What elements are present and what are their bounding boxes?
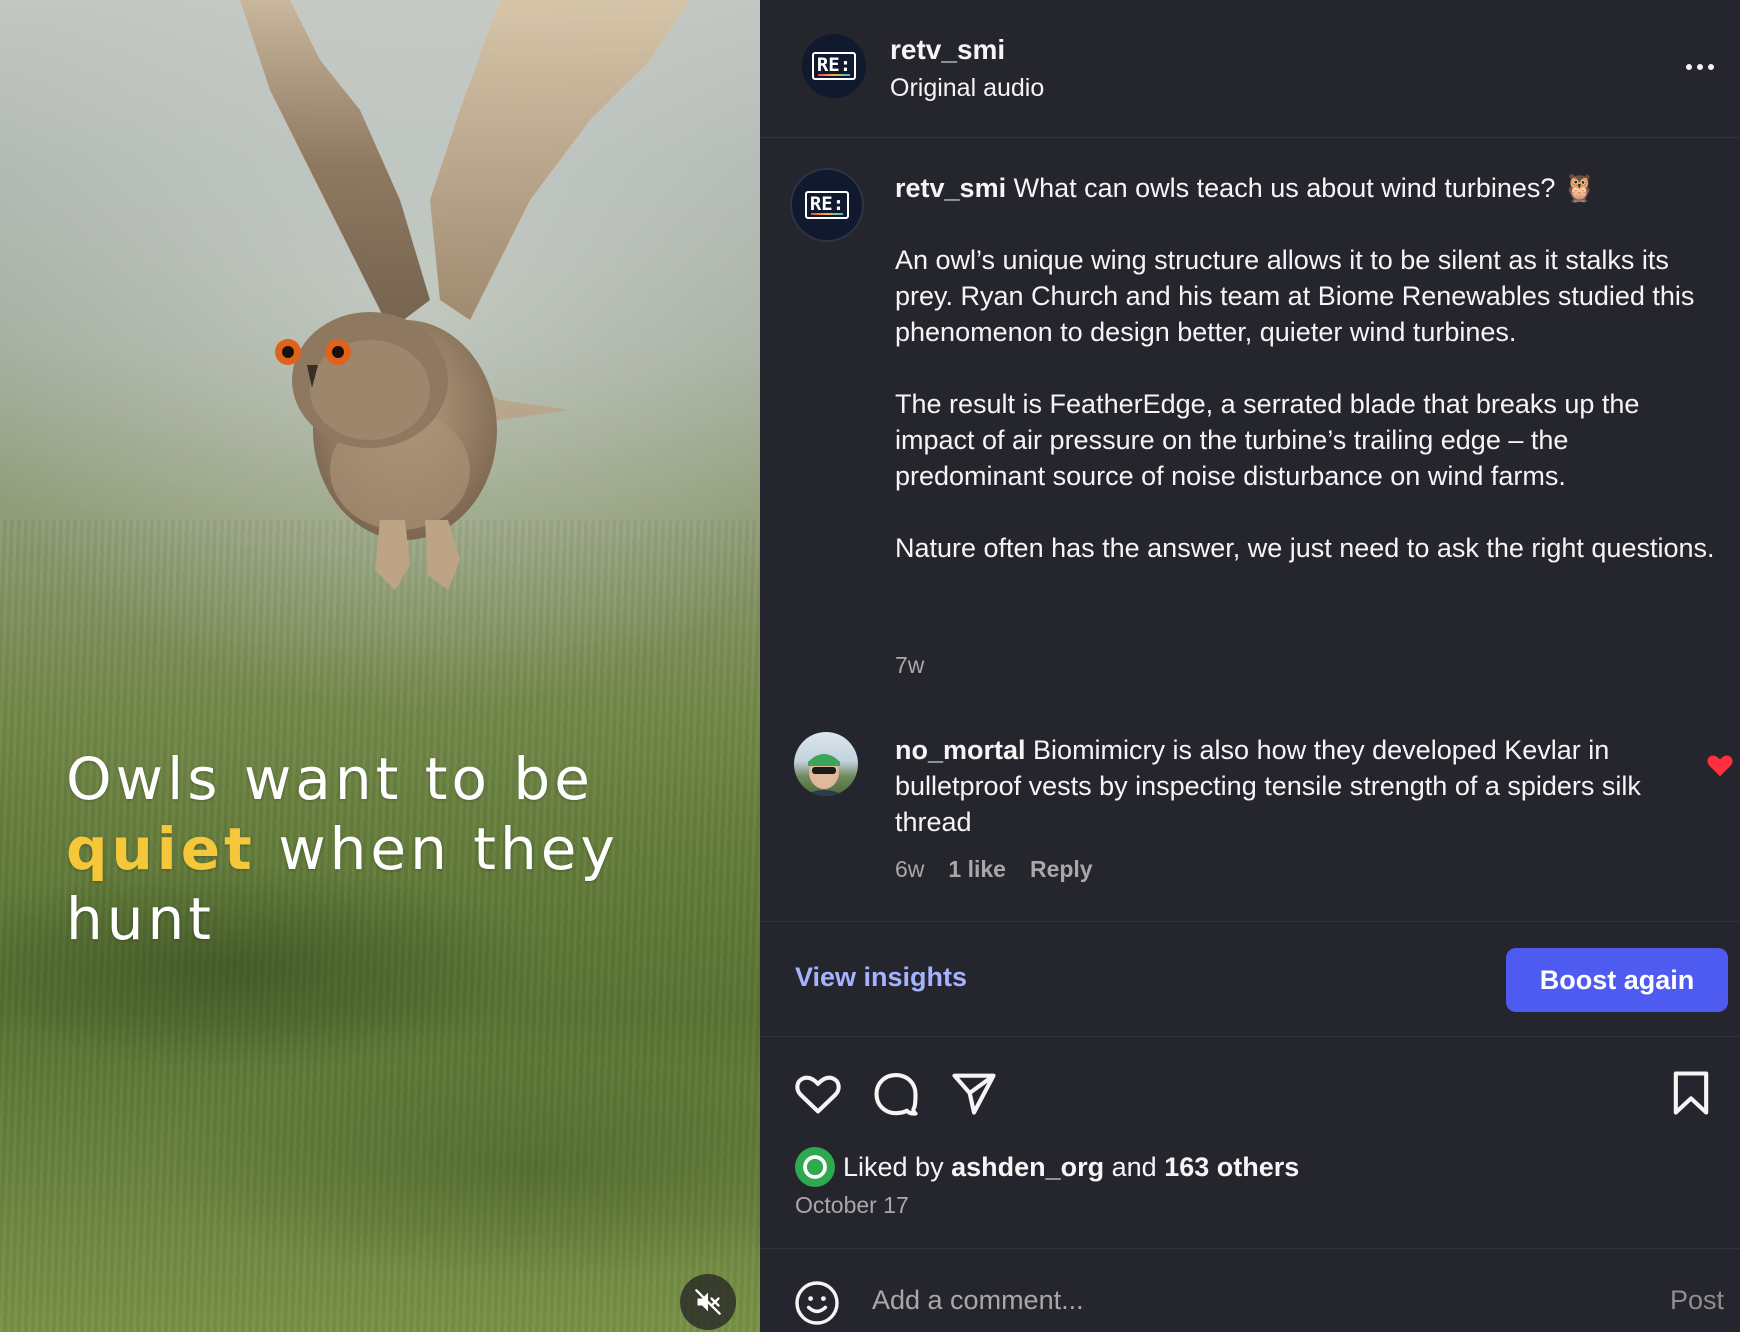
audio-label[interactable]: Original audio <box>890 74 1044 103</box>
comments-scroll-area[interactable]: RE: retv_smi What can owls teach us abou… <box>760 138 1740 920</box>
caption-paragraph-2: An owl’s unique wing structure allows it… <box>895 245 1695 347</box>
post-comment-button[interactable]: Post <box>1670 1285 1724 1316</box>
caption-paragraph-3: The result is FeatherEdge, a serrated bl… <box>895 389 1640 491</box>
reel-video[interactable]: Owls want to be quiet when they hunt <box>0 0 760 1332</box>
ashden-logo-icon <box>803 1155 827 1179</box>
overlay-line-3: hunt <box>66 885 216 953</box>
commenter-avatar[interactable] <box>794 732 858 796</box>
insights-bar: View insights Boost again <box>760 921 1740 1037</box>
post-details-panel: RE: retv_smi Original audio RE: retv_smi… <box>760 0 1740 1332</box>
comment-username[interactable]: no_mortal <box>895 735 1026 765</box>
more-horizontal-icon <box>1686 64 1692 70</box>
post-caption: retv_smi What can owls teach us about wi… <box>895 170 1715 566</box>
caption-avatar[interactable]: RE: <box>790 168 864 242</box>
bookmark-icon[interactable] <box>1665 1067 1717 1119</box>
overlay-highlight-word: quiet <box>66 815 256 883</box>
caption-timestamp[interactable]: 7w <box>895 652 924 679</box>
comment-like-heart-icon[interactable] <box>1705 750 1735 780</box>
overlay-line-2: quiet when they <box>66 814 666 884</box>
re-logo: RE: <box>811 52 857 80</box>
post-header: RE: retv_smi Original audio <box>760 0 1740 138</box>
view-insights-link[interactable]: View insights <box>795 962 967 993</box>
comment-input[interactable] <box>872 1275 1572 1325</box>
commenter-photo <box>802 754 846 796</box>
comment-meta: 6w 1 like Reply <box>895 856 1093 883</box>
comment-body: no_mortal Biomimicry is also how they de… <box>895 732 1675 840</box>
liked-by-prefix: Liked by <box>843 1151 952 1182</box>
account-avatar[interactable]: RE: <box>802 34 866 98</box>
comment-likes[interactable]: 1 like <box>948 856 1006 883</box>
share-icon[interactable] <box>948 1067 1000 1119</box>
reply-button[interactable]: Reply <box>1030 856 1093 883</box>
header-username[interactable]: retv_smi <box>890 34 1005 66</box>
add-comment-bar: Post <box>760 1248 1740 1332</box>
overlay-line-2-rest: when they <box>255 815 619 883</box>
owl-illustration <box>240 0 690 590</box>
speaker-muted-icon <box>695 1289 721 1315</box>
re-logo: RE: <box>804 191 850 219</box>
emoji-icon[interactable] <box>793 1279 841 1327</box>
liked-by-others[interactable]: 163 others <box>1164 1152 1299 1183</box>
comment-icon[interactable] <box>870 1067 922 1119</box>
more-options-button[interactable] <box>1680 52 1720 82</box>
post-date[interactable]: October 17 <box>795 1192 909 1219</box>
post-viewer: Owls want to be quiet when they hunt RE:… <box>0 0 1740 1332</box>
post-actions: Liked by ashden_org and 163 others Octob… <box>760 1037 1740 1247</box>
likes-summary: Liked by ashden_org and 163 others <box>795 1147 1299 1187</box>
liker-avatar[interactable] <box>795 1147 835 1187</box>
video-overlay-caption: Owls want to be quiet when they hunt <box>66 744 666 954</box>
liked-by-and: and <box>1104 1151 1165 1182</box>
comment-timestamp[interactable]: 6w <box>895 856 924 883</box>
caption-paragraph-4: Nature often has the answer, we just nee… <box>895 533 1715 563</box>
caption-line-1: What can owls teach us about wind turbin… <box>1013 173 1597 203</box>
caption-username[interactable]: retv_smi <box>895 173 1006 203</box>
boost-again-button[interactable]: Boost again <box>1506 948 1728 1012</box>
mute-button[interactable] <box>680 1274 736 1330</box>
liked-by-user[interactable]: ashden_org <box>951 1152 1104 1183</box>
caption-first-line: retv_smi What can owls teach us about wi… <box>895 170 1715 206</box>
heart-icon[interactable] <box>792 1067 844 1119</box>
overlay-line-1: Owls want to be <box>66 745 594 813</box>
